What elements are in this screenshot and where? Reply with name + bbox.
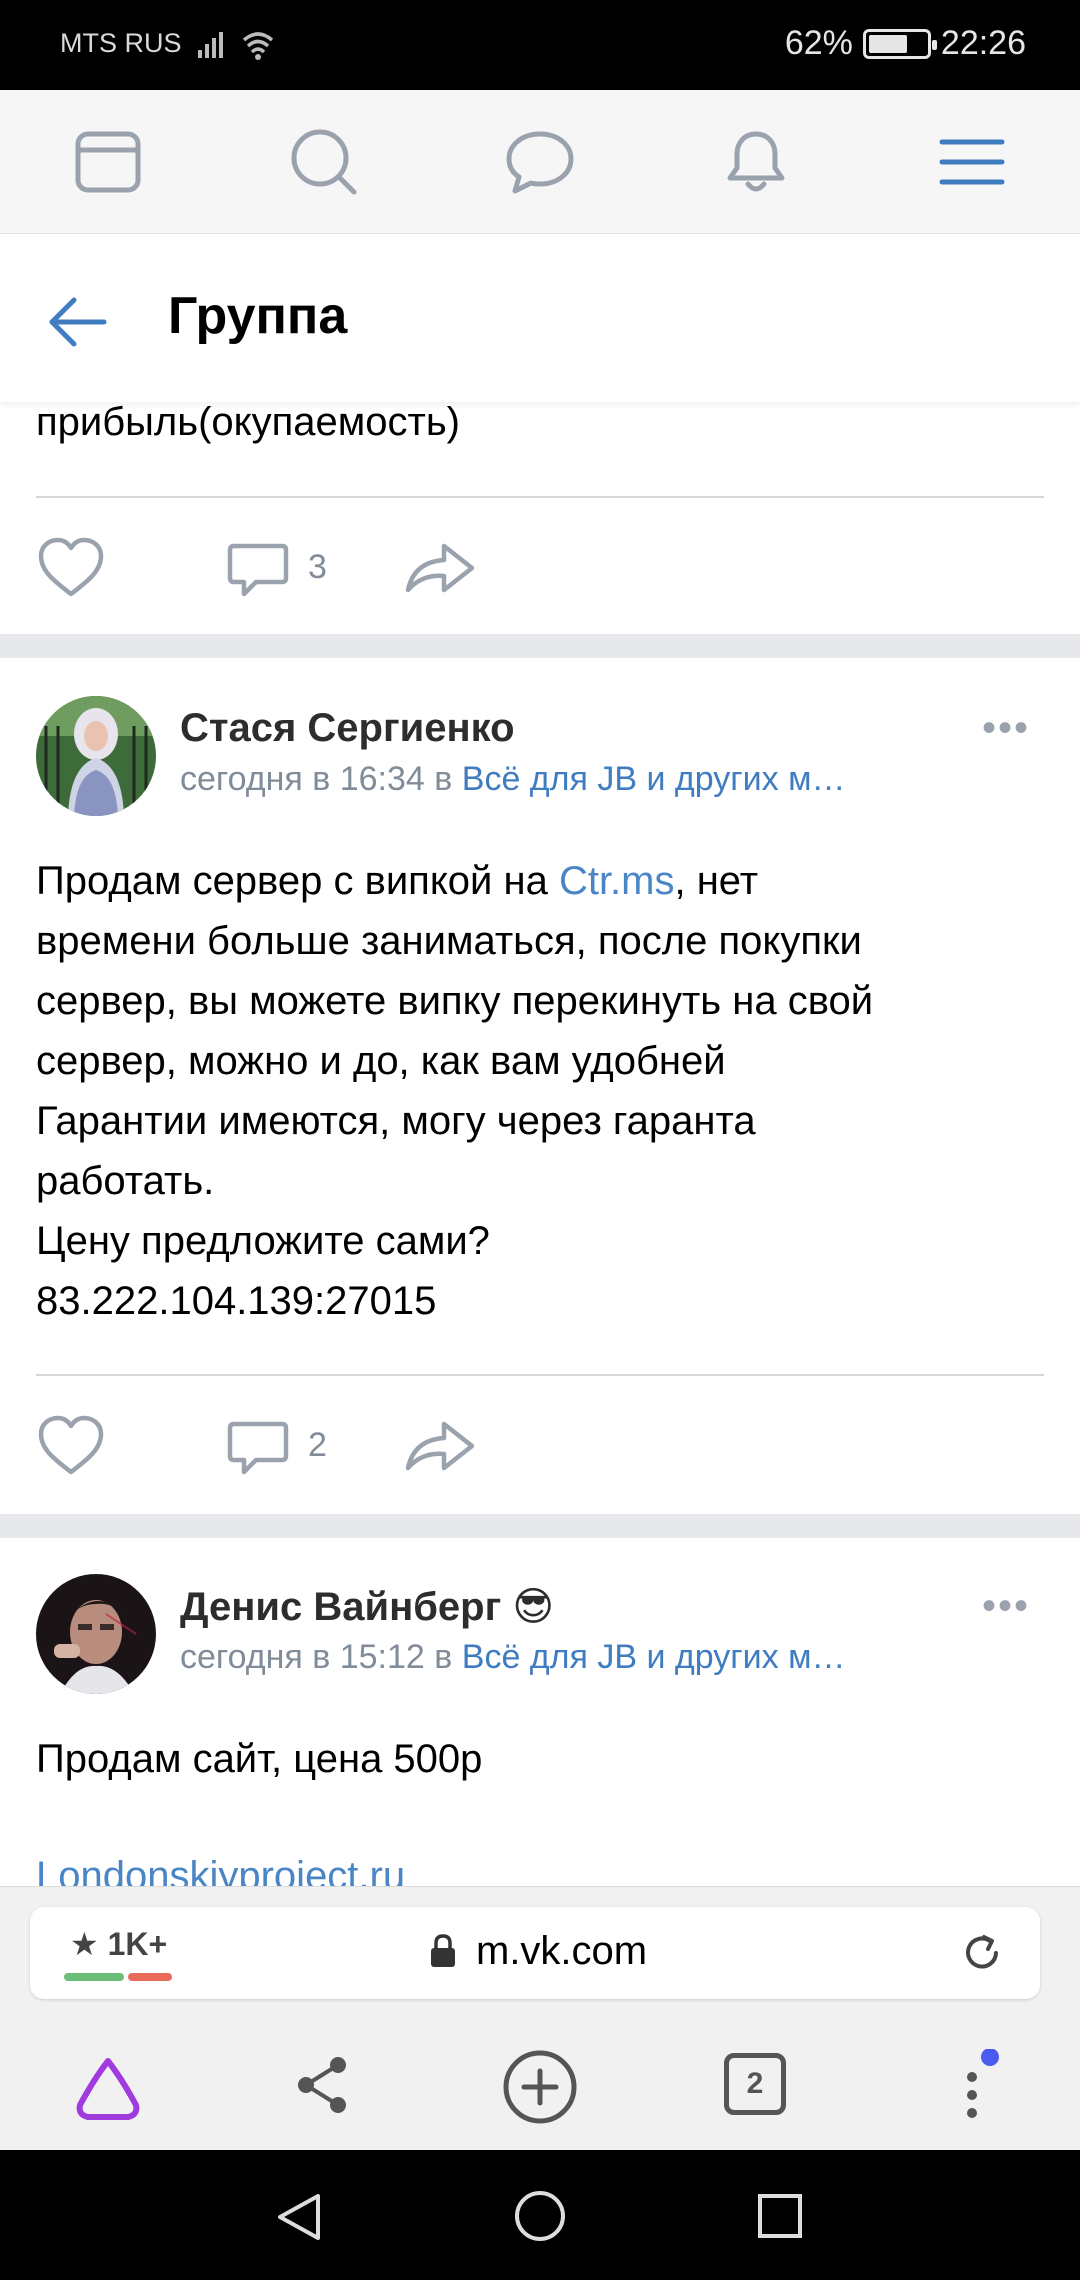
share-button[interactable] [404,1418,476,1479]
post-group-link[interactable]: Всё для JB и других м… [462,1638,846,1676]
post-line: времени больше заниматься, после покупки [36,919,862,963]
battery-icon [862,28,937,59]
back-icon[interactable] [272,2190,326,2249]
post-line: работать. [36,1159,215,1203]
browser-toolbar: ★ 1K+ m.vk.com 2 [0,1886,1080,2150]
post-line: 83.222.104.139:27015 [36,1279,437,1323]
post-line: Продам сервер с випкой на Ctr.ms, нет [36,851,1046,911]
post-separator [0,634,1080,658]
avatar[interactable] [36,1574,156,1694]
clock: 22:26 [940,24,1026,62]
post-meta: сегодня в 16:34 в Всё для JB и других м… [180,760,845,799]
lock-icon [428,1933,458,1974]
tabs-count-button[interactable]: 2 [724,2053,786,2115]
site-rating[interactable]: ★ 1K+ [70,1925,167,1963]
carrier-name: MTS RUS [60,28,182,58]
post-text: Продам сайт, цена 500р [36,1737,483,1781]
back-arrow-icon[interactable] [46,290,110,359]
avatar[interactable] [36,696,156,816]
signal-wifi-icons [196,26,286,71]
ctr-ms-link[interactable]: Ctr.ms [559,859,675,903]
recents-icon[interactable] [756,2192,804,2245]
comment-button[interactable] [226,1416,290,1485]
heart-icon [38,1415,104,1475]
post-body: Продам сервер с випкой на Ctr.ms, нет вр… [36,851,1046,1331]
more-menu-icon[interactable] [960,2048,1000,2134]
post-time: сегодня в 15:12 в [180,1638,453,1676]
post-author[interactable]: Стася Сергиенко [180,706,515,751]
comment-icon [227,543,289,597]
messages-icon[interactable] [504,126,576,198]
comment-count: 3 [308,548,327,586]
page-header: Группа [0,234,1080,402]
feed-icon[interactable] [72,126,144,198]
page-title: Группа [168,287,348,345]
post-line: Цену предложите сами? [36,1219,490,1263]
post-line: сервер, можно и до, как вам удобней [36,1039,726,1083]
new-tab-icon[interactable] [500,2047,580,2132]
post-separator [0,1514,1080,1538]
menu-icon[interactable] [936,126,1008,198]
url-text[interactable]: m.vk.com [476,1929,647,1974]
vk-top-nav [0,90,1080,234]
search-icon[interactable] [288,126,360,198]
comment-count: 2 [308,1426,327,1464]
like-button[interactable] [36,1414,106,1483]
heart-icon [38,537,104,597]
system-nav-bar [0,2150,1080,2280]
rating-bar-red [128,1973,172,1981]
comment-button[interactable] [226,538,290,607]
more-options-icon[interactable]: ••• [982,1584,1030,1629]
post-meta: сегодня в 15:12 в Всё для JB и других м… [180,1638,845,1677]
divider [36,496,1044,498]
share-icon [405,1421,475,1471]
more-options-icon[interactable]: ••• [982,706,1030,751]
post-author[interactable]: Денис Вайнберг 😎 [180,1584,554,1630]
reload-icon[interactable] [960,1931,1004,1980]
share-icon[interactable] [292,2053,352,2122]
post-group-link[interactable]: Всё для JB и других м… [462,760,846,798]
share-icon [405,543,475,593]
share-button[interactable] [404,540,476,601]
address-bar[interactable]: ★ 1K+ m.vk.com [30,1907,1040,1999]
post-text: Продам сервер с випкой на [36,859,559,903]
rating-bar-green [64,1973,124,1981]
notifications-icon[interactable] [720,126,792,198]
alice-icon[interactable] [72,2055,144,2128]
like-button[interactable] [36,536,106,605]
battery-percent: 62% [784,24,853,62]
post-line: Гарантии имеются, могу через гаранта [36,1099,756,1143]
post-time: сегодня в 16:34 в [180,760,453,798]
home-icon[interactable] [512,2188,568,2249]
post-line: сервер, вы можете випку перекинуть на св… [36,979,874,1023]
status-bar: MTS RUS 62% 22:26 [0,0,1080,90]
post-text: , нет [674,859,759,903]
divider [36,1374,1044,1376]
comment-icon [227,1421,289,1475]
